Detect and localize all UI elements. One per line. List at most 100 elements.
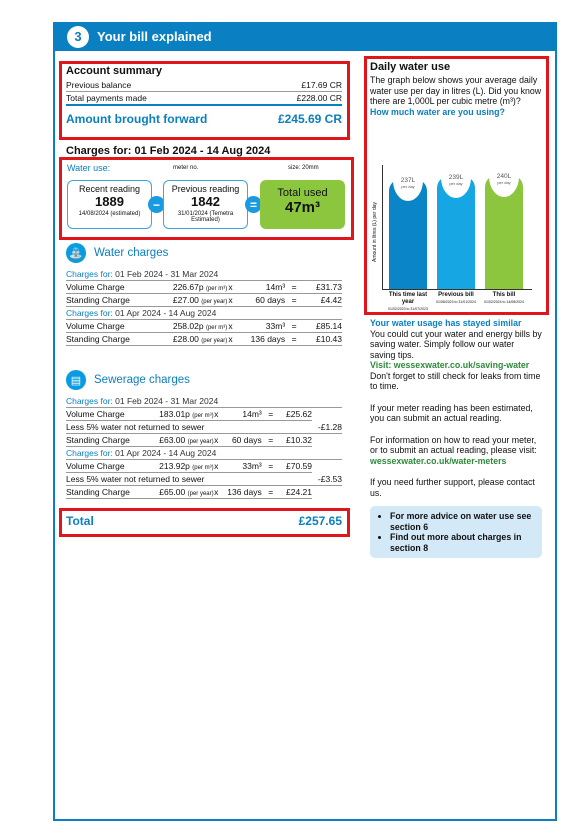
- rate: 258.02p: [172, 321, 204, 331]
- unit: (per year): [201, 338, 228, 344]
- bar-dates: 01/02/2024 to 14/08/2024: [484, 300, 524, 304]
- equals: =: [261, 485, 280, 499]
- value: £257.65: [298, 514, 342, 528]
- label: Amount brought forward: [66, 112, 208, 126]
- label: Previous balance: [66, 80, 132, 90]
- title: Recent reading: [78, 184, 141, 194]
- usage-similar-heading: Your water usage has stayed similar: [370, 318, 522, 328]
- unit: (per m³): [192, 413, 214, 419]
- meter-number-label: meter no.: [173, 165, 199, 171]
- bar-label: This time last year 01/02/2023 to 31/07/2…: [383, 292, 433, 313]
- charge-name: Volume Charge: [66, 407, 146, 421]
- chart-y-label: Amount in litres (L) per day: [372, 201, 378, 262]
- charge-row: Volume Charge 213.92p (per m³) x 33m³ = £70.5…: [66, 459, 342, 473]
- rate: £63.00: [159, 435, 186, 445]
- drain-icon: ▤: [66, 370, 86, 390]
- times: x: [213, 459, 219, 473]
- bar-dates: 01/02/2023 to 31/07/2023: [388, 307, 428, 311]
- charge-row: Less 5% water not returned to sewer -£1.2…: [66, 420, 342, 434]
- equals: =: [285, 332, 304, 346]
- intro: The graph below shows your average daily…: [370, 75, 542, 106]
- equals: =: [261, 433, 280, 447]
- bar-value: 240L: [496, 172, 512, 180]
- rate: £28.00: [172, 334, 199, 344]
- total: Total £257.65: [66, 514, 342, 528]
- bar-per-day: per day: [401, 184, 415, 189]
- dates: 01 Feb 2024 - 31 Mar 2024: [115, 269, 219, 279]
- quantity: 136 days: [233, 332, 286, 346]
- quantity: 60 days: [233, 293, 286, 307]
- bar-label: Previous bill 01/08/2023 to 31/01/2024: [431, 292, 481, 306]
- amount-brought-forward: Amount brought forward £245.69 CR: [66, 112, 342, 126]
- charge-row: Less 5% water not returned to sewer -£3.5…: [66, 472, 342, 486]
- question: How much water are you using?: [370, 106, 505, 117]
- bar-dates: 01/08/2023 to 31/01/2024: [436, 300, 476, 304]
- bar-category: This time last year: [388, 292, 428, 305]
- unit: (per m³): [205, 325, 228, 331]
- label: Charges for:: [66, 308, 113, 318]
- charge-rate: £65.00 (per year): [146, 485, 214, 499]
- period-row: Charges for: 01 Apr 2024 - 14 Aug 2024: [66, 306, 342, 320]
- meter-size: size: 20mm: [288, 165, 319, 171]
- value: £228.00 CR: [296, 93, 342, 103]
- water-charges-heading: ⛲ Water charges: [66, 243, 168, 263]
- charge-rate: 213.92p (per m³): [146, 459, 214, 473]
- charge-row: Standing Charge £63.00 (per year) x 60 days…: [66, 433, 342, 447]
- label: Total payments made: [66, 93, 147, 103]
- dates: 01 Apr 2024 - 14 Aug 2024: [115, 308, 217, 318]
- charge-row: Standing Charge £65.00 (per year) x 136 day…: [66, 485, 342, 499]
- leaks-text: Don't forget to still check for leaks fr…: [370, 370, 541, 392]
- rate: 226.67p: [172, 282, 204, 292]
- previous-balance-row: Previous balance £17.69 CR: [66, 79, 342, 92]
- bar-category: Previous bill: [438, 292, 474, 298]
- bar-value: 239L: [448, 174, 464, 181]
- bar-category: This bill: [492, 292, 516, 298]
- charge-rate: 258.02p (per m³): [146, 319, 228, 333]
- sewerage-charges-heading: ▤ Sewerage charges: [66, 370, 190, 390]
- rate: 213.92p: [159, 461, 190, 471]
- account-summary-title: Account summary: [66, 65, 162, 77]
- dates: 01 Feb 2024 - 31 Mar 2024: [115, 396, 219, 406]
- charge-name: Volume Charge: [66, 319, 146, 333]
- charge-name: Standing Charge: [66, 332, 146, 346]
- section-header: 3 Your bill explained: [53, 22, 557, 51]
- times: x: [213, 407, 219, 421]
- value: 47m³: [284, 199, 321, 216]
- charge-amount: -£1.28: [312, 420, 342, 434]
- period-label: Charges for: 01 Feb 2024 - 31 Mar 2024: [66, 395, 342, 408]
- section-number: 3: [67, 25, 89, 48]
- charge-amount: -£3.53: [312, 472, 342, 486]
- charge-row: Standing Charge £28.00 (per year) x 136 day…: [66, 332, 342, 346]
- unit: (per year): [187, 439, 214, 445]
- times: x: [227, 319, 234, 333]
- label: Charges for:: [66, 448, 113, 458]
- title: Total used: [277, 187, 328, 199]
- charge-amount: £10.32: [279, 433, 313, 447]
- value: £245.69 CR: [277, 112, 342, 126]
- times: x: [227, 293, 234, 307]
- charge-name: Standing Charge: [66, 293, 146, 307]
- charge-row: Standing Charge £27.00 (per year) x 60 days…: [66, 293, 342, 307]
- times: x: [213, 485, 219, 499]
- equals: =: [285, 293, 304, 307]
- water-meters-link[interactable]: wessexwater.co.uk/water-meters: [370, 456, 542, 467]
- period-label: Charges for: 01 Apr 2024 - 14 Aug 2024: [66, 446, 342, 460]
- charge-amount: £24.21: [279, 485, 313, 499]
- tip-item: For more advice on water use see section…: [390, 511, 537, 532]
- times: x: [227, 332, 234, 346]
- charge-name: Volume Charge: [66, 459, 146, 473]
- unit: (per m³): [192, 465, 214, 471]
- value: 1842: [191, 194, 220, 209]
- label: Charges for:: [66, 396, 113, 406]
- charge-rate: £27.00 (per year): [146, 293, 228, 307]
- quantity: 14m³: [233, 280, 286, 294]
- support-text: If you need further support, please cont…: [370, 477, 535, 498]
- equals: =: [261, 407, 280, 421]
- saving-link[interactable]: Visit: wessexwater.co.uk/saving-water: [370, 360, 542, 371]
- date: 31/01/2024 (Temetra Estimated): [177, 211, 234, 223]
- charge-amount: £25.62: [279, 407, 313, 421]
- tip-item: Find out more about charges in section 8: [390, 532, 537, 553]
- daily-use-chart: 237L per day This time last year 01/02/2023…: [382, 162, 532, 311]
- quantity: 14m³: [218, 407, 262, 421]
- charge-rate: £63.00 (per year): [146, 433, 214, 447]
